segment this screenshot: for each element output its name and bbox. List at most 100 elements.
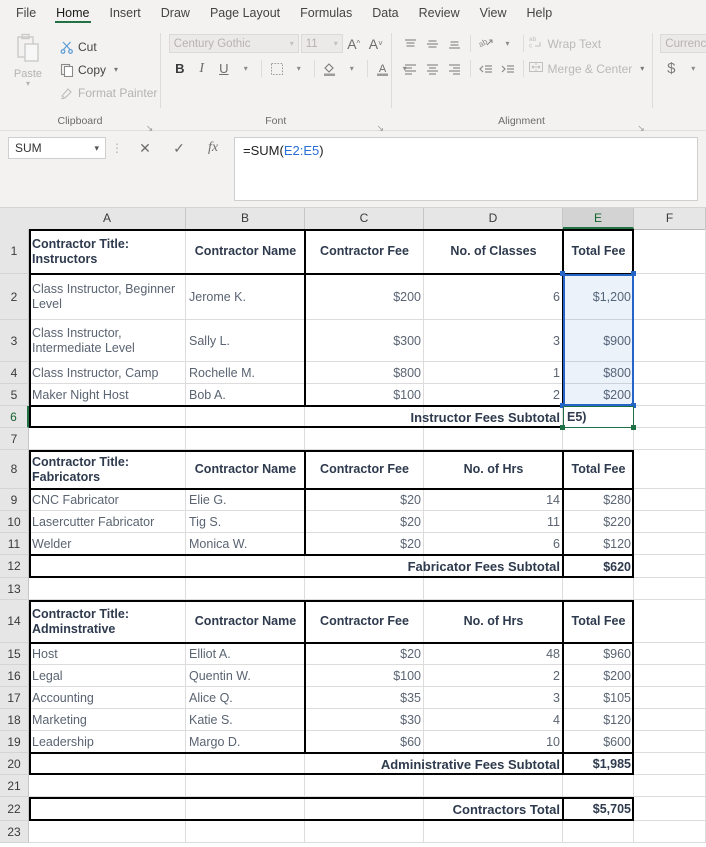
row-header-17[interactable]: 17 — [0, 687, 29, 709]
cell-D11[interactable]: 6 — [424, 533, 563, 555]
insert-function-button[interactable]: fx — [196, 137, 230, 159]
cell-C16[interactable]: $100 — [305, 665, 424, 687]
align-right-button[interactable] — [444, 59, 466, 79]
spreadsheet-grid[interactable]: A B C D E F 1 2 3 4 5 6 7 8 9 10 11 12 13 14 15 16 17 18 1… — [0, 208, 706, 847]
cell-E18[interactable]: $120 — [563, 709, 634, 731]
cell-A21[interactable] — [29, 775, 186, 797]
decrease-indent-button[interactable] — [475, 59, 497, 79]
cell-C15[interactable]: $20 — [305, 643, 424, 665]
cell-E9[interactable]: $280 — [563, 489, 634, 511]
cell-B17[interactable]: Alice Q. — [186, 687, 305, 709]
cell-F5[interactable] — [634, 384, 706, 406]
column-header-d[interactable]: D — [424, 208, 563, 229]
chevron-down-icon[interactable]: ▾ — [288, 58, 310, 79]
wrap-text-button[interactable]: ab c Wrap Text — [528, 35, 602, 52]
cell-B4[interactable]: Rochelle M. — [186, 362, 305, 384]
cell-B19[interactable]: Margo D. — [186, 731, 305, 753]
chevron-down-icon[interactable]: ▾ — [235, 58, 257, 79]
align-center-button[interactable] — [422, 59, 444, 79]
cell-F13[interactable] — [634, 578, 706, 600]
font-size-input[interactable]: 11 ▾ — [300, 34, 343, 53]
chevron-down-icon[interactable]: ▾ — [94, 143, 99, 154]
increase-indent-button[interactable] — [497, 59, 519, 79]
cell-A13[interactable] — [29, 578, 186, 600]
column-header-f[interactable]: F — [634, 208, 706, 229]
row-header-8[interactable]: 8 — [0, 450, 29, 489]
cell-A14[interactable]: Contractor Title: Adminstrative — [29, 600, 186, 643]
ribbon-tab-view[interactable]: View — [470, 0, 517, 25]
cell-F23[interactable] — [634, 821, 706, 843]
row-header-13[interactable]: 13 — [0, 578, 29, 600]
cell-F2[interactable] — [634, 274, 706, 320]
row-header-22[interactable]: 22 — [0, 797, 29, 821]
cell-F17[interactable] — [634, 687, 706, 709]
cell-C9[interactable]: $20 — [305, 489, 424, 511]
cell-E8[interactable]: Total Fee — [563, 450, 634, 489]
cell-F14[interactable] — [634, 600, 706, 643]
cell-F8[interactable] — [634, 450, 706, 489]
row-header-19[interactable]: 19 — [0, 731, 29, 753]
cell-F19[interactable] — [634, 731, 706, 753]
cell-F9[interactable] — [634, 489, 706, 511]
chevron-down-icon[interactable]: ▾ — [334, 39, 338, 48]
chevron-down-icon[interactable]: ▾ — [290, 39, 294, 48]
cell-A11[interactable]: Welder — [29, 533, 186, 555]
row-header-15[interactable]: 15 — [0, 643, 29, 665]
subtotal-label-row-6[interactable]: Instructor Fees Subtotal — [29, 406, 563, 428]
row-header-9[interactable]: 9 — [0, 489, 29, 511]
cell-B13[interactable] — [186, 578, 305, 600]
row-header-7[interactable]: 7 — [0, 428, 29, 450]
cell-C11[interactable]: $20 — [305, 533, 424, 555]
cell-D3[interactable]: 3 — [424, 320, 563, 362]
align-left-button[interactable] — [400, 59, 422, 79]
cell-A16[interactable]: Legal — [29, 665, 186, 687]
cell-B14[interactable]: Contractor Name — [186, 600, 305, 643]
cut-button[interactable]: Cut — [56, 35, 160, 58]
cell-E14[interactable]: Total Fee — [563, 600, 634, 643]
cell-E10[interactable]: $220 — [563, 511, 634, 533]
name-box[interactable]: SUM ▾ — [8, 137, 106, 159]
cell-F3[interactable] — [634, 320, 706, 362]
subtotal-label-row-22[interactable]: Contractors Total — [29, 797, 563, 821]
cell-D16[interactable]: 2 — [424, 665, 563, 687]
cell-A15[interactable]: Host — [29, 643, 186, 665]
subtotal-label-row-20[interactable]: Administrative Fees Subtotal — [29, 753, 563, 775]
currency-format-button[interactable]: $ — [660, 58, 682, 79]
cell-D19[interactable]: 10 — [424, 731, 563, 753]
format-painter-button[interactable]: Format Painter — [56, 81, 160, 104]
cell-F20[interactable] — [634, 753, 706, 775]
cell-E2[interactable]: $1,200 — [563, 274, 634, 320]
cell-C2[interactable]: $200 — [305, 274, 424, 320]
selection-handle-0[interactable] — [560, 271, 565, 276]
row-header-21[interactable]: 21 — [0, 775, 29, 797]
cell-E7[interactable] — [563, 428, 634, 450]
number-format-select[interactable]: Currency — [660, 34, 706, 53]
chevron-down-icon[interactable]: ▾ — [640, 64, 644, 73]
chevron-down-icon[interactable]: ▾ — [682, 58, 704, 79]
cell-C13[interactable] — [305, 578, 424, 600]
row-header-3[interactable]: 3 — [0, 320, 29, 362]
row-header-2[interactable]: 2 — [0, 274, 29, 320]
copy-button[interactable]: Copy ▾ — [56, 58, 160, 81]
cell-E1[interactable]: Total Fee — [563, 229, 634, 274]
edit-cell-handle-0[interactable] — [560, 425, 565, 430]
row-header-18[interactable]: 18 — [0, 709, 29, 731]
cell-F1[interactable] — [634, 229, 706, 274]
column-header-e[interactable]: E — [563, 208, 634, 229]
ribbon-tab-home[interactable]: Home — [46, 0, 99, 25]
cell-B23[interactable] — [186, 821, 305, 843]
cell-C17[interactable]: $35 — [305, 687, 424, 709]
ribbon-tab-file[interactable]: File — [6, 0, 46, 25]
alignment-dialog-launcher-icon[interactable]: ↘ — [637, 119, 646, 133]
bold-button[interactable]: B — [169, 58, 191, 79]
row-header-14[interactable]: 14 — [0, 600, 29, 643]
row-header-12[interactable]: 12 — [0, 555, 29, 578]
cell-C8[interactable]: Contractor Fee — [305, 450, 424, 489]
cell-D14[interactable]: No. of Hrs — [424, 600, 563, 643]
cell-E20[interactable]: $1,985 — [563, 753, 634, 775]
cell-D2[interactable]: 6 — [424, 274, 563, 320]
cell-C14[interactable]: Contractor Fee — [305, 600, 424, 643]
ribbon-tab-page-layout[interactable]: Page Layout — [200, 0, 290, 25]
font-color-button[interactable]: A — [372, 58, 394, 79]
cell-A2[interactable]: Class Instructor, Beginner Level — [29, 274, 186, 320]
